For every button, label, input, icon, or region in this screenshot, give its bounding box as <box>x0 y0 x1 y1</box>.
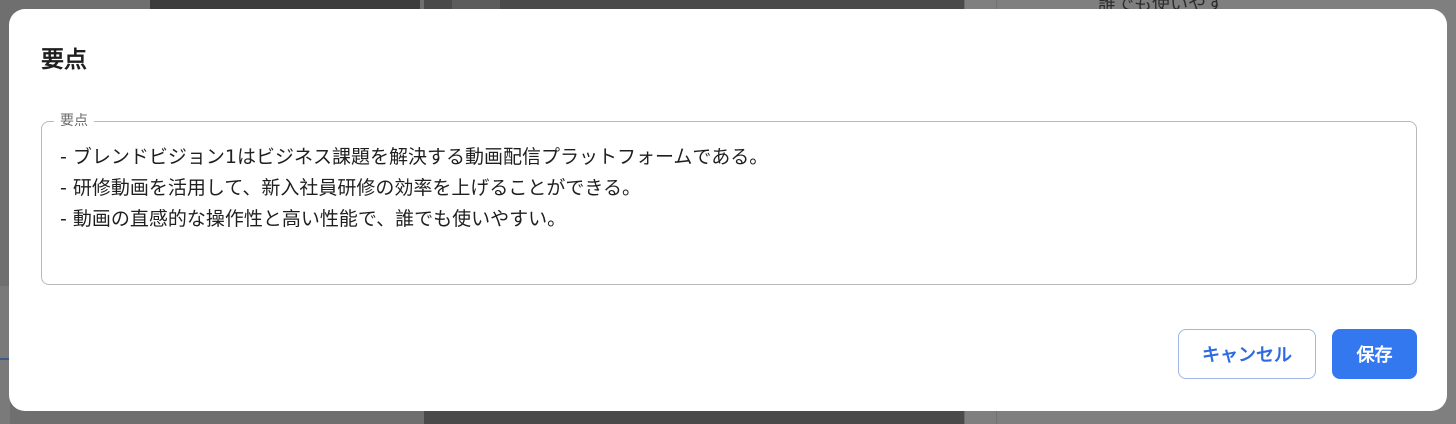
summary-field-label: 要点 <box>54 112 94 130</box>
summary-dialog: 要点 要点 - ブレンドビジョン1はビジネス課題を解決する動画配信プラットフォー… <box>9 9 1447 411</box>
summary-textarea[interactable]: 要点 - ブレンドビジョン1はビジネス課題を解決する動画配信プラットフォームであ… <box>41 112 1417 285</box>
cancel-button[interactable]: キャンセル <box>1178 329 1316 379</box>
summary-field-value[interactable]: - ブレンドビジョン1はビジネス課題を解決する動画配信プラットフォームである。 … <box>60 142 1398 235</box>
save-button[interactable]: 保存 <box>1332 329 1417 379</box>
dialog-title: 要点 <box>41 47 87 73</box>
